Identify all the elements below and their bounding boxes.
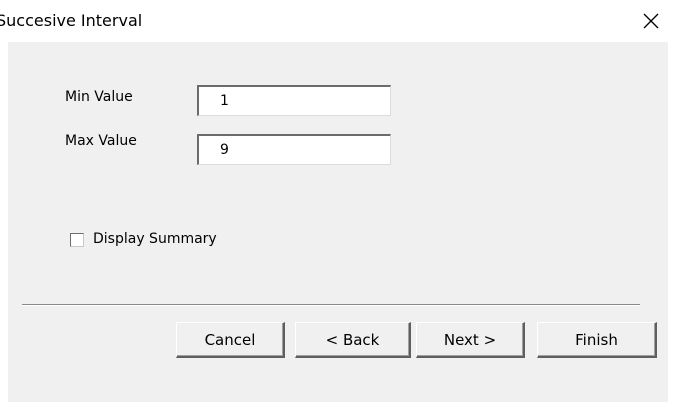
window-title: Succesive Interval [0,11,143,30]
max-value-label: Max Value [65,133,137,149]
successive-interval-dialog: Succesive Interval Min Value 1 Max Value… [0,0,674,408]
finish-button[interactable]: Finish [537,322,657,358]
min-value-input[interactable]: 1 [197,85,391,116]
cancel-button[interactable]: Cancel [176,322,285,358]
min-value-label: Min Value [65,89,133,105]
back-button[interactable]: < Back [295,322,411,358]
close-icon [643,13,659,29]
title-bar: Succesive Interval [0,0,674,42]
display-summary-label[interactable]: Display Summary [93,231,217,247]
close-button[interactable] [628,0,674,42]
next-button[interactable]: Next > [416,322,525,358]
max-value-input[interactable]: 9 [197,134,391,165]
divider [22,304,640,306]
display-summary-checkbox[interactable] [70,233,84,247]
